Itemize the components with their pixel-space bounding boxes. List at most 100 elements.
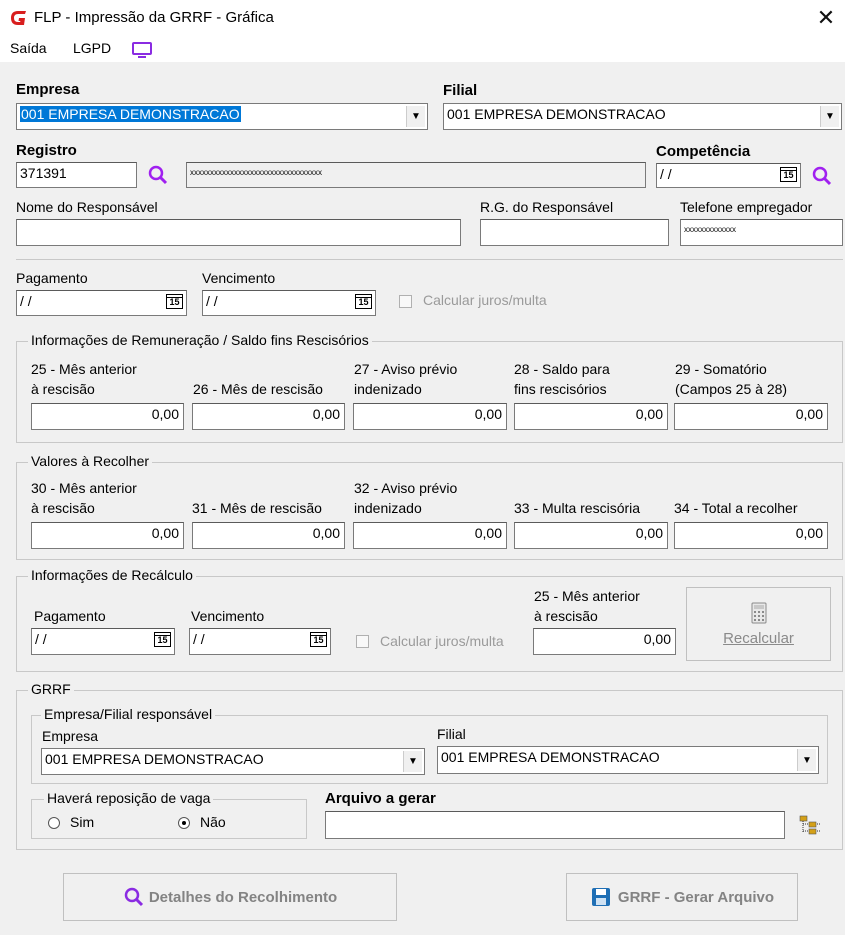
registro-label: Registro	[16, 142, 77, 159]
detalhes-label: Detalhes do Recolhimento	[148, 888, 338, 906]
chevron-down-icon[interactable]: ▼	[403, 751, 422, 772]
field-25-input[interactable]: 0,00	[31, 403, 184, 430]
calendar-icon[interactable]: 15	[154, 632, 171, 647]
recalculo-juros-label: Calcular juros/multa	[380, 633, 504, 649]
registro-input[interactable]: 371391	[16, 162, 137, 188]
gerar-arquivo-button[interactable]: GRRF - Gerar Arquivo	[566, 873, 798, 921]
radio-sim[interactable]	[48, 817, 60, 829]
chevron-down-icon[interactable]: ▼	[797, 749, 816, 771]
empresa-label: Empresa	[16, 81, 80, 98]
field-31-input[interactable]: 0,00	[192, 522, 345, 549]
field-28-input[interactable]: 0,00	[514, 403, 668, 430]
field-25-label-1: 25 - Mês anterior	[31, 361, 137, 377]
save-icon	[591, 888, 610, 906]
recalcular-label: Recalcular	[723, 629, 794, 647]
grrf-empresa-value: 001 EMPRESA DEMONSTRACAO	[45, 751, 264, 767]
calendar-icon[interactable]: 15	[166, 294, 183, 309]
grrf-empresa-label: Empresa	[42, 728, 99, 744]
filial-select[interactable]: 001 EMPRESA DEMONSTRACAO ▼	[443, 103, 842, 130]
recalculo-vencimento-label: Vencimento	[191, 608, 265, 624]
recalculo-mes-label-1: 25 - Mês anterior	[534, 588, 640, 604]
detalhes-recolhimento-button[interactable]: Detalhes do Recolhimento	[63, 873, 397, 921]
field-33-label: 33 - Multa rescisória	[514, 500, 641, 516]
field-28-label-2: fins rescisórios	[514, 381, 607, 397]
arquivo-label: Arquivo a gerar	[325, 790, 436, 807]
search-icon[interactable]	[146, 163, 170, 187]
close-icon[interactable]: ✕	[812, 4, 840, 32]
chevron-down-icon[interactable]: ▼	[406, 106, 425, 127]
window-title: FLP - Impressão da GRRF - Gráfica	[34, 9, 274, 26]
radio-sim-label: Sim	[70, 814, 95, 830]
field-32-input[interactable]: 0,00	[353, 522, 507, 549]
recalculo-vencimento-input[interactable]: / / 15	[189, 628, 331, 655]
recalculo-pagamento-label: Pagamento	[34, 608, 106, 624]
grrf-filial-value: 001 EMPRESA DEMONSTRACAO	[441, 749, 660, 765]
competencia-input[interactable]: / / 15	[656, 163, 801, 188]
nome-responsavel-input[interactable]	[16, 219, 461, 246]
window-edge	[845, 60, 854, 935]
field-27-label-1: 27 - Aviso prévio	[354, 361, 458, 377]
gerar-label: GRRF - Gerar Arquivo	[617, 888, 775, 906]
radio-nao-label: Não	[200, 814, 226, 830]
field-33-input[interactable]: 0,00	[514, 522, 668, 549]
arquivo-input[interactable]	[325, 811, 785, 839]
monitor-icon[interactable]	[131, 41, 153, 59]
grrf-filial-select[interactable]: 001 EMPRESA DEMONSTRACAO ▼	[437, 746, 819, 774]
calendar-icon[interactable]: 15	[310, 632, 327, 647]
field-30-input[interactable]: 0,00	[31, 522, 184, 549]
filial-value: 001 EMPRESA DEMONSTRACAO	[447, 106, 666, 122]
recolher-legend: Valores à Recolher	[28, 453, 153, 469]
field-32-label-1: 32 - Aviso prévio	[354, 480, 458, 496]
juros-checkbox[interactable]	[399, 295, 412, 308]
recalculo-mes-input[interactable]: 0,00	[533, 628, 676, 655]
field-26-input[interactable]: 0,00	[192, 403, 345, 430]
search-icon[interactable]	[810, 164, 834, 188]
empresa-value: 001 EMPRESA DEMONSTRACAO	[20, 106, 241, 122]
calendar-icon[interactable]: 15	[780, 167, 797, 182]
recalculo-mes-label-2: à rescisão	[534, 608, 598, 624]
search-icon	[124, 887, 143, 907]
juros-label: Calcular juros/multa	[423, 292, 547, 308]
recalculo-vencimento-value: / /	[193, 631, 205, 647]
menu-saida[interactable]: Saída	[10, 40, 47, 56]
divider	[16, 259, 843, 260]
chevron-down-icon[interactable]: ▼	[820, 106, 839, 127]
app-logo-icon	[8, 8, 30, 28]
remuneracao-legend: Informações de Remuneração / Saldo fins …	[28, 332, 372, 348]
grrf-legend: GRRF	[28, 681, 74, 697]
field-25-label-2: à rescisão	[31, 381, 95, 397]
grrf-empresa-select[interactable]: 001 EMPRESA DEMONSTRACAO ▼	[41, 748, 425, 775]
telefone-input[interactable]: xxxxxxxxxxxxx	[680, 219, 843, 246]
recalculo-pagamento-value: / /	[35, 631, 47, 647]
grrf-filial-label: Filial	[437, 726, 466, 742]
vencimento-input[interactable]: / / 15	[202, 290, 376, 316]
competencia-label: Competência	[656, 143, 751, 160]
recalculo-pagamento-input[interactable]: / / 15	[31, 628, 175, 655]
menu-lgpd[interactable]: LGPD	[73, 40, 111, 56]
folder-tree-icon[interactable]	[797, 812, 823, 838]
field-34-input[interactable]: 0,00	[674, 522, 828, 549]
telefone-label: Telefone empregador	[680, 199, 813, 215]
field-29-label-1: 29 - Somatório	[675, 361, 767, 377]
pagamento-input[interactable]: / / 15	[16, 290, 187, 316]
field-26-label: 26 - Mês de rescisão	[193, 381, 323, 397]
field-30-label-2: à rescisão	[31, 500, 95, 516]
calendar-icon[interactable]: 15	[355, 294, 372, 309]
field-28-label-1: 28 - Saldo para	[514, 361, 610, 377]
field-27-input[interactable]: 0,00	[353, 403, 507, 430]
empresa-select[interactable]: 001 EMPRESA DEMONSTRACAO ▼	[16, 103, 428, 130]
recalcular-button[interactable]: Recalcular	[686, 587, 831, 661]
rg-responsavel-input[interactable]	[480, 219, 669, 246]
responsavel-legend: Empresa/Filial responsável	[41, 706, 216, 722]
field-29-input[interactable]: 0,00	[674, 403, 828, 430]
filial-label: Filial	[443, 82, 478, 99]
field-34-label: 34 - Total a recolher	[674, 500, 798, 516]
pagamento-label: Pagamento	[16, 270, 88, 286]
nome-responsavel-label: Nome do Responsável	[16, 199, 158, 215]
field-31-label: 31 - Mês de rescisão	[192, 500, 322, 516]
rg-responsavel-label: R.G. do Responsável	[480, 199, 614, 215]
radio-nao[interactable]	[178, 817, 190, 829]
menu-bar	[0, 36, 854, 62]
recalculo-juros-checkbox[interactable]	[356, 635, 369, 648]
field-30-label-1: 30 - Mês anterior	[31, 480, 137, 496]
